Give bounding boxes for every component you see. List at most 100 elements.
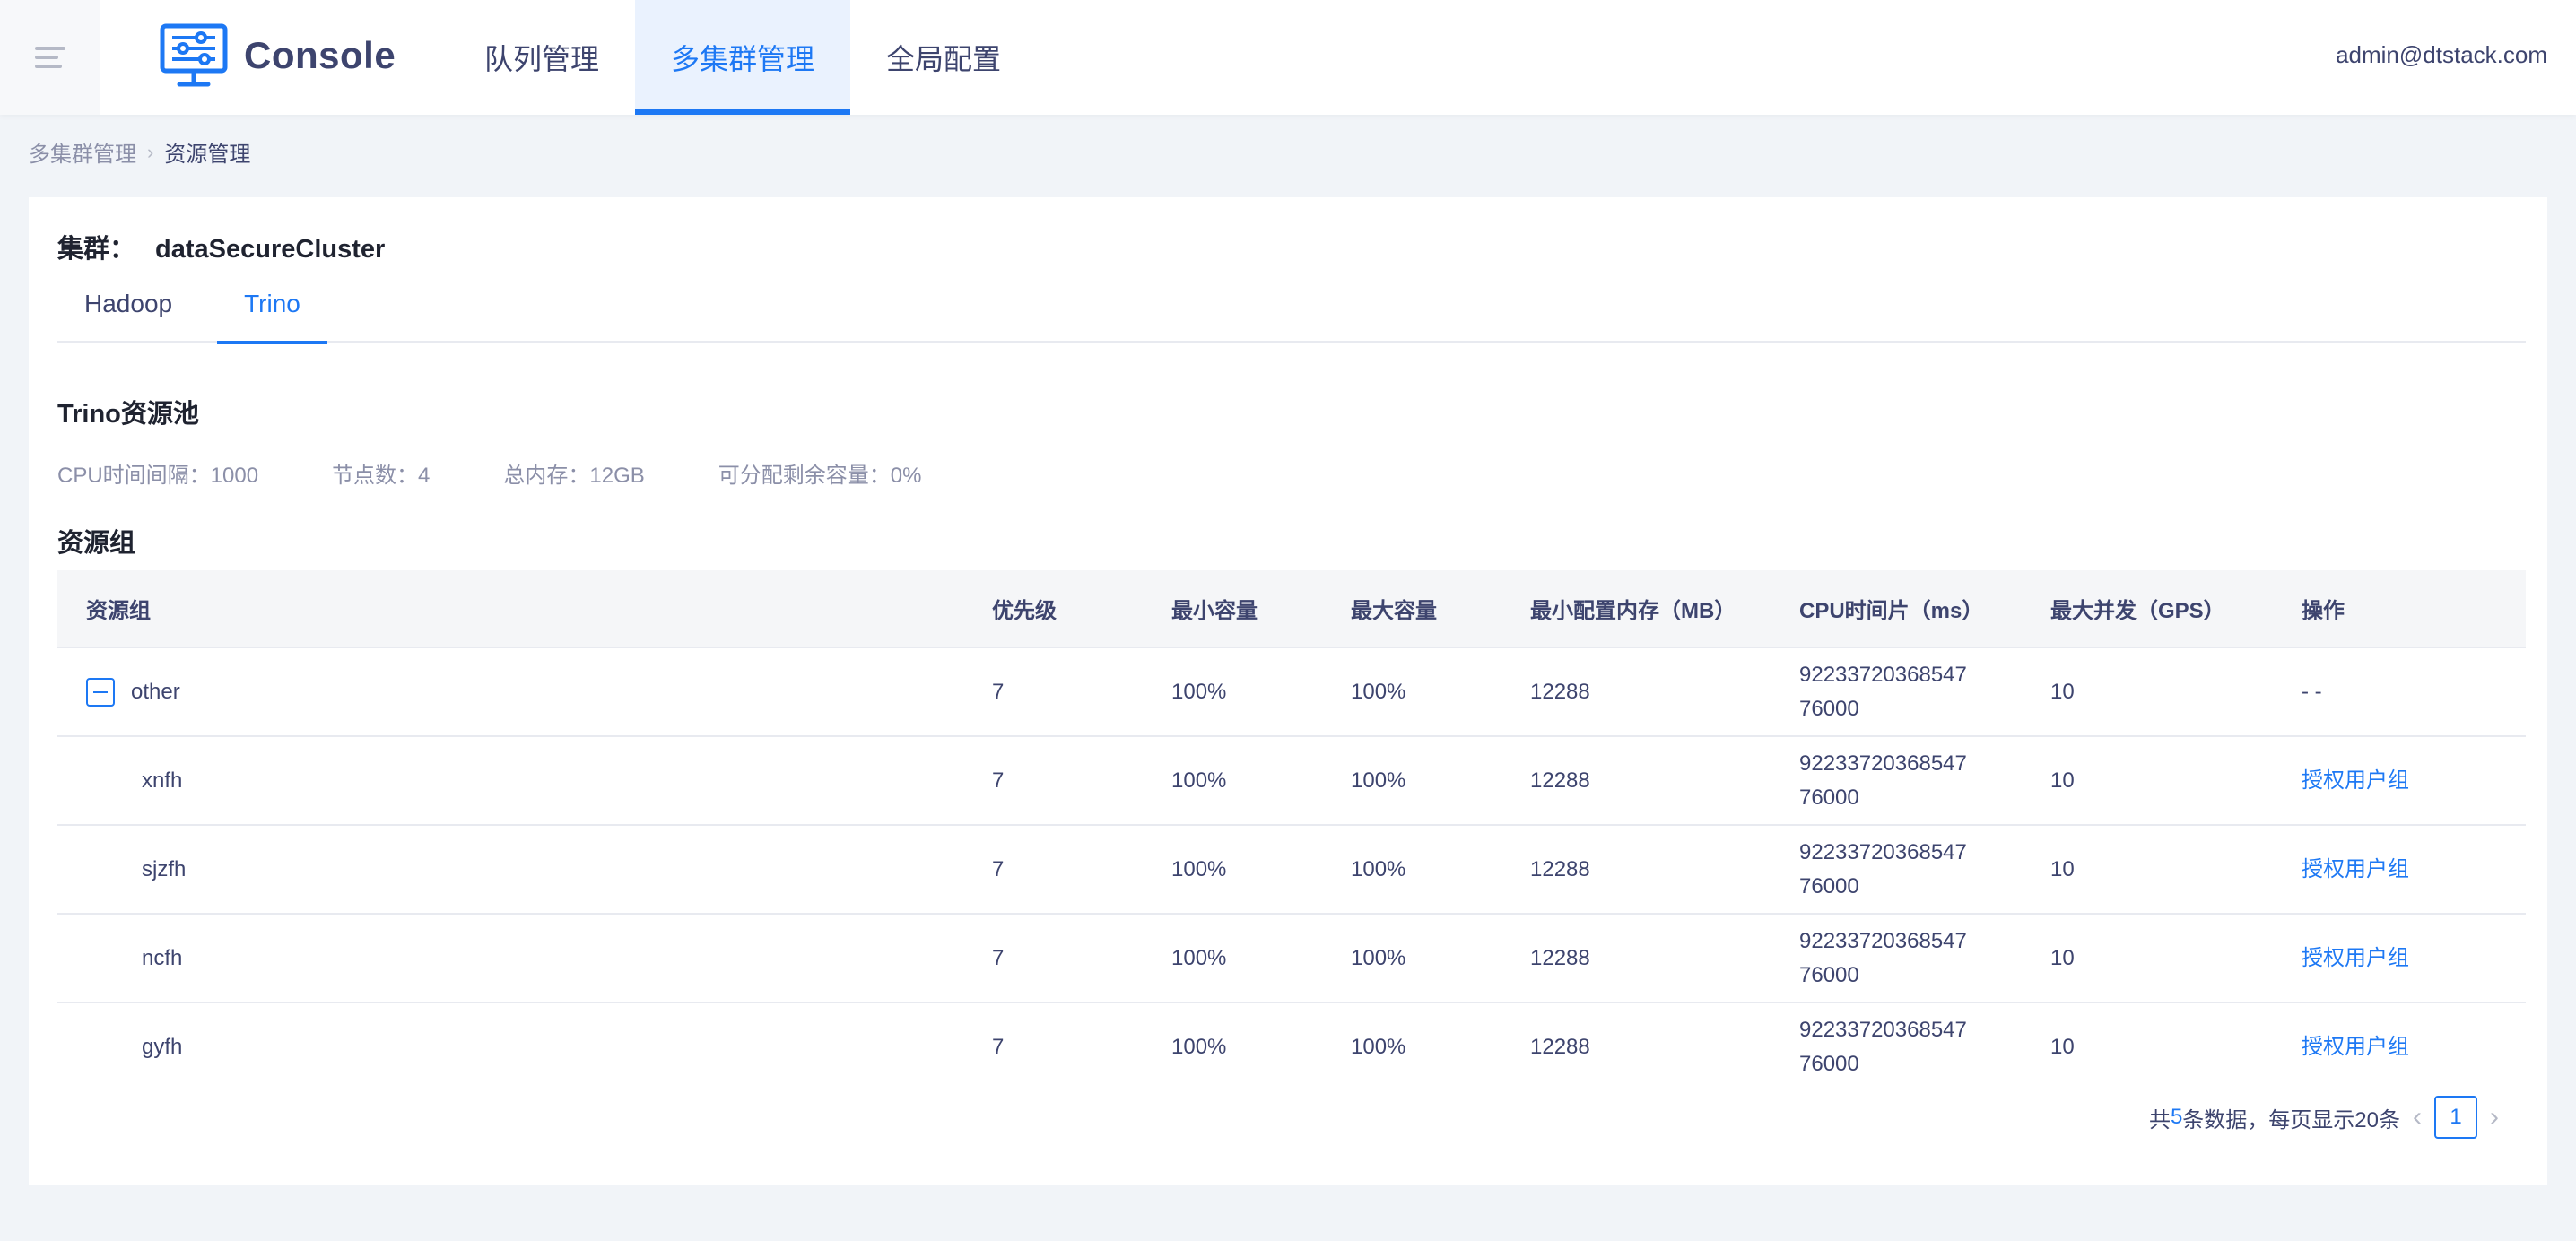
cell-max-concurrency: 10	[2022, 1002, 2273, 1080]
cell-name: other	[57, 647, 963, 737]
pool-title: Trino资源池	[57, 400, 199, 429]
cell-cpu-slice: 92233720368547 76000	[1771, 1002, 2022, 1080]
cell-operation: 授权用户组	[2273, 914, 2526, 1003]
nav-queue-management[interactable]: 队列管理	[448, 0, 635, 115]
stat-total-memory: 总内存：12GB	[503, 464, 645, 488]
group-name: xnfh	[142, 768, 183, 793]
cell-cpu-slice: 92233720368547 76000	[1771, 825, 2022, 915]
cell-name: xnfh	[57, 736, 963, 826]
user-account[interactable]: admin@dtstack.com	[2336, 41, 2547, 69]
cpu-value-line1: 92233720368547	[1799, 662, 1967, 687]
cell-min-capacity: 100%	[1143, 647, 1322, 737]
cluster-label: 集群：	[57, 235, 136, 264]
group-name: gyfh	[142, 1034, 183, 1059]
cell-min-capacity: 100%	[1143, 1002, 1322, 1080]
cpu-value-line1: 92233720368547	[1799, 839, 1967, 864]
pool-stats: CPU时间间隔：1000 节点数：4 总内存：12GB 可分配剩余容量：0%	[57, 457, 995, 489]
cell-operation: 授权用户组	[2273, 1002, 2526, 1080]
cell-max-capacity: 100%	[1322, 647, 1501, 737]
cpu-value-line1: 92233720368547	[1799, 1017, 1967, 1042]
stat-remaining-capacity: 可分配剩余容量：0%	[718, 464, 922, 488]
column-header: CPU时间片（ms）	[1771, 570, 2022, 648]
cpu-value-line2: 76000	[1799, 785, 1859, 810]
table-row: sjzfh 7 100% 100% 12288 92233720368547 76…	[57, 825, 2526, 915]
cluster-info: 集群： dataSecureCluster	[57, 228, 385, 265]
cell-operation: - -	[2273, 647, 2526, 737]
column-header: 最小配置内存（MB）	[1501, 570, 1771, 648]
column-header: 最大并发（GPS）	[2022, 570, 2273, 648]
cell-operation: 授权用户组	[2273, 825, 2526, 915]
authorize-user-group-link[interactable]: 授权用户组	[2302, 857, 2409, 881]
cell-min-memory: 12288	[1501, 647, 1771, 737]
cell-cpu-slice: 92233720368547 76000	[1771, 914, 2022, 1003]
cpu-value-line1: 92233720368547	[1799, 751, 1967, 776]
cell-priority: 7	[963, 1002, 1143, 1080]
main-nav: 队列管理 多集群管理 全局配置	[448, 0, 1037, 115]
authorize-user-group-link[interactable]: 授权用户组	[2302, 1035, 2409, 1059]
table-row: gyfh 7 100% 100% 12288 92233720368547 760…	[57, 1002, 2526, 1080]
cell-max-capacity: 100%	[1322, 914, 1501, 1003]
pagination-suffix: 条数据，每页显示20条	[2182, 1107, 2400, 1133]
cell-max-capacity: 100%	[1322, 736, 1501, 826]
cell-min-capacity: 100%	[1143, 736, 1322, 826]
cell-cpu-slice: 92233720368547 76000	[1771, 736, 2022, 826]
engine-tabs: Hadoop Trino	[57, 265, 2526, 344]
column-header: 优先级	[963, 570, 1143, 648]
table-row: ncfh 7 100% 100% 12288 92233720368547 760…	[57, 914, 2526, 1003]
table-header-row: 资源组 优先级 最小容量 最大容量 最小配置内存（MB） CPU时间片（ms） …	[57, 570, 2526, 648]
pagination-total: 5	[2170, 1105, 2183, 1129]
cell-operation: 授权用户组	[2273, 736, 2526, 826]
group-name: sjzfh	[142, 856, 187, 881]
pagination-prefix: 共	[2148, 1107, 2171, 1133]
breadcrumb-current: 资源管理	[164, 143, 251, 167]
table-row: xnfh 7 100% 100% 12288 92233720368547 760…	[57, 736, 2526, 826]
top-header: Console 队列管理 多集群管理 全局配置 admin@dtstack.co…	[0, 0, 2576, 115]
breadcrumb: 多集群管理 › 资源管理	[29, 136, 250, 168]
cell-priority: 7	[963, 736, 1143, 826]
cell-max-concurrency: 10	[2022, 825, 2273, 915]
cpu-value-line1: 92233720368547	[1799, 928, 1967, 953]
group-name: ncfh	[142, 945, 183, 970]
resource-group-title: 资源组	[57, 529, 136, 558]
pagination: 共 5 条数据，每页显示20条 ‹ 1 ›	[2149, 1096, 2511, 1139]
menu-toggle-icon	[35, 41, 65, 74]
authorize-user-group-link[interactable]: 授权用户组	[2302, 768, 2409, 793]
cpu-value-line2: 76000	[1799, 696, 1859, 721]
cpu-value-line2: 76000	[1799, 1051, 1859, 1076]
collapse-minus-icon[interactable]	[86, 677, 115, 707]
cell-min-memory: 12288	[1501, 736, 1771, 826]
chevron-right-icon[interactable]: ›	[2490, 1102, 2499, 1133]
cell-name: gyfh	[57, 1002, 963, 1080]
cell-max-capacity: 100%	[1322, 825, 1501, 915]
cluster-name: dataSecureCluster	[155, 235, 386, 264]
tab-hadoop[interactable]: Hadoop	[57, 265, 199, 343]
console-logo-icon	[160, 23, 228, 87]
cell-priority: 7	[963, 914, 1143, 1003]
nav-multi-cluster-management[interactable]: 多集群管理	[635, 0, 851, 115]
column-header: 最大容量	[1322, 570, 1501, 648]
menu-toggle-button[interactable]	[0, 0, 100, 115]
stat-node-count: 节点数：4	[332, 464, 431, 488]
cell-max-concurrency: 10	[2022, 736, 2273, 826]
cell-min-capacity: 100%	[1143, 914, 1322, 1003]
column-header: 最小容量	[1143, 570, 1322, 648]
brand-title: Console	[244, 34, 396, 76]
cell-priority: 7	[963, 647, 1143, 737]
chevron-right-icon: ›	[147, 140, 154, 163]
cell-name: ncfh	[57, 914, 963, 1003]
chevron-left-icon[interactable]: ‹	[2413, 1102, 2422, 1133]
table-row: other 7 100% 100% 12288 92233720368547 76…	[57, 647, 2526, 737]
group-name: other	[131, 679, 180, 704]
nav-global-config[interactable]: 全局配置	[850, 0, 1037, 115]
page-number-button[interactable]: 1	[2434, 1096, 2477, 1139]
cell-min-memory: 12288	[1501, 1002, 1771, 1080]
authorize-user-group-link[interactable]: 授权用户组	[2302, 946, 2409, 970]
column-header: 操作	[2273, 570, 2526, 648]
breadcrumb-multi-cluster[interactable]: 多集群管理	[29, 136, 136, 168]
cpu-value-line2: 76000	[1799, 873, 1859, 898]
cell-priority: 7	[963, 825, 1143, 915]
cell-max-capacity: 100%	[1322, 1002, 1501, 1080]
cell-min-memory: 12288	[1501, 914, 1771, 1003]
column-header: 资源组	[57, 570, 963, 648]
tab-trino[interactable]: Trino	[217, 265, 327, 344]
